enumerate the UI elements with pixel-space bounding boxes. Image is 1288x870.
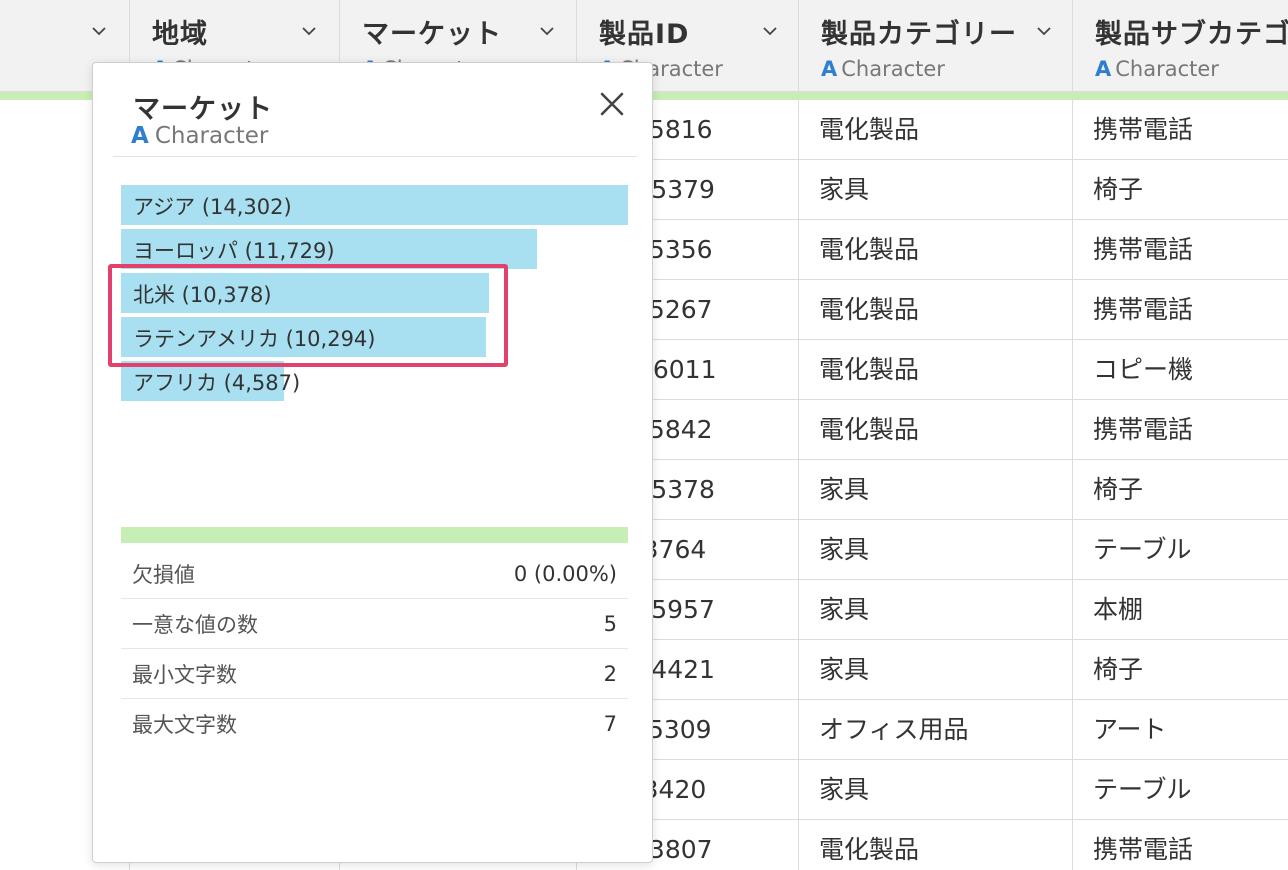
quality-bar xyxy=(121,527,628,543)
table-cell[interactable]: 電化製品 xyxy=(799,220,1072,280)
stat-label: 最小文字数 xyxy=(132,663,237,687)
table-cell[interactable]: 家具 xyxy=(799,520,1072,580)
popup-type: A Character xyxy=(131,123,268,149)
table-cell[interactable]: オフィス用品 xyxy=(799,700,1072,760)
table-cell[interactable]: 本棚 xyxy=(1073,580,1288,640)
character-type-icon: A xyxy=(1095,57,1112,81)
chevron-down-icon[interactable] xyxy=(302,24,316,38)
column-type: ACharacter xyxy=(1095,57,1288,81)
stat-label: 一意な値の数 xyxy=(132,613,258,637)
column-title: 製品カテゴリー xyxy=(821,19,1017,50)
table-cell[interactable]: 家具 xyxy=(799,160,1072,220)
table-cell[interactable]: 椅子 xyxy=(1073,460,1288,520)
table-cell[interactable]: コピー機 xyxy=(1073,340,1288,400)
stat-row: 最小文字数 2 xyxy=(121,649,628,699)
close-icon[interactable] xyxy=(597,89,627,119)
stat-value: 5 xyxy=(603,612,617,636)
column-type-label: Character xyxy=(1115,57,1219,81)
value-bar-label: アジア (14,302) xyxy=(133,195,292,219)
popup-type-label: Character xyxy=(154,123,269,149)
column-type-label: Character xyxy=(841,57,945,81)
column-header-subcategory[interactable]: 製品サブカテゴ A Character xyxy=(1073,0,1288,92)
column-subcategory: 製品サブカテゴ A Character 携帯電話 椅子 携帯電話 携帯電話 コピー機 携帯電… xyxy=(1072,0,1288,870)
table-cell[interactable]: 電化製品 xyxy=(799,820,1072,870)
chevron-down-icon[interactable] xyxy=(540,24,554,38)
chevron-down-icon[interactable] xyxy=(763,24,777,38)
table-cell[interactable]: 携帯電話 xyxy=(1073,220,1288,280)
character-type-icon: A xyxy=(821,57,838,81)
column-cells: 携帯電話 椅子 携帯電話 携帯電話 コピー機 携帯電話 椅子 テーブル 本棚 椅子 アート テーブル携… xyxy=(1073,100,1288,870)
value-bar-label: アフリカ (4,587) xyxy=(133,371,301,395)
stat-row: 欠損値 0 (0.00%) xyxy=(121,549,628,599)
table-cell[interactable]: 携帯電話 xyxy=(1073,100,1288,160)
character-type-icon: A xyxy=(131,123,149,149)
value-bar-row[interactable]: アフリカ (4,587) xyxy=(121,361,628,405)
stat-value: 0 (0.00%) xyxy=(513,562,617,586)
table-cell[interactable]: 電化製品 xyxy=(799,400,1072,460)
stat-value: 7 xyxy=(603,712,617,736)
column-summary-popup: マーケット A Character アジア (14,302) ヨーロッパ (11,7… xyxy=(92,62,653,863)
table-cell[interactable]: 携帯電話 xyxy=(1073,820,1288,870)
popup-title: マーケット xyxy=(133,94,273,125)
divider xyxy=(113,156,637,157)
column-cells: 電化製品 家具 電化製品 電化製品 電化製品 電化製品 家具 家具 家具 家具 オフィス用品 家具 電化… xyxy=(799,100,1072,870)
stat-label: 最大文字数 xyxy=(132,713,237,737)
quality-bar xyxy=(799,92,1072,100)
stat-label: 欠損値 xyxy=(132,563,195,587)
table-cell[interactable]: 携帯電話 xyxy=(1073,400,1288,460)
table-cell[interactable]: 電化製品 xyxy=(799,100,1072,160)
stat-row: 一意な値の数 5 xyxy=(121,599,628,649)
quality-bar xyxy=(1073,92,1288,100)
highlight-box xyxy=(108,264,508,367)
column-statistics: 欠損値 0 (0.00%) 一意な値の数 5 最小文字数 2 最大文字数 7 xyxy=(121,549,628,749)
table-cell[interactable]: 家具 xyxy=(799,760,1072,820)
table-cell[interactable]: 電化製品 xyxy=(799,340,1072,400)
column-category: 製品カテゴリー A Character 電化製品 家具 電化製品 電化製品 電化製品 電化製… xyxy=(798,0,1072,870)
column-title: 製品サブカテゴ xyxy=(1095,19,1288,50)
table-cell[interactable]: テーブル xyxy=(1073,760,1288,820)
table-cell[interactable]: 家具 xyxy=(799,640,1072,700)
table-cell[interactable]: テーブル xyxy=(1073,520,1288,580)
stat-row: 最大文字数 7 xyxy=(121,699,628,749)
table-cell[interactable]: 携帯電話 xyxy=(1073,280,1288,340)
table-cell[interactable]: 椅子 xyxy=(1073,640,1288,700)
chevron-down-icon[interactable] xyxy=(92,24,106,38)
column-header-category[interactable]: 製品カテゴリー A Character xyxy=(799,0,1072,92)
table-cell[interactable]: 電化製品 xyxy=(799,280,1072,340)
table-cell[interactable]: アート xyxy=(1073,700,1288,760)
table-cell[interactable]: 家具 xyxy=(799,580,1072,640)
value-bar-row[interactable]: アジア (14,302) xyxy=(121,185,628,229)
chevron-down-icon[interactable] xyxy=(1037,24,1051,38)
table-cell[interactable]: 椅子 xyxy=(1073,160,1288,220)
table-cell[interactable]: 家具 xyxy=(799,460,1072,520)
stat-value: 2 xyxy=(603,662,617,686)
column-type: ACharacter xyxy=(821,57,1072,81)
